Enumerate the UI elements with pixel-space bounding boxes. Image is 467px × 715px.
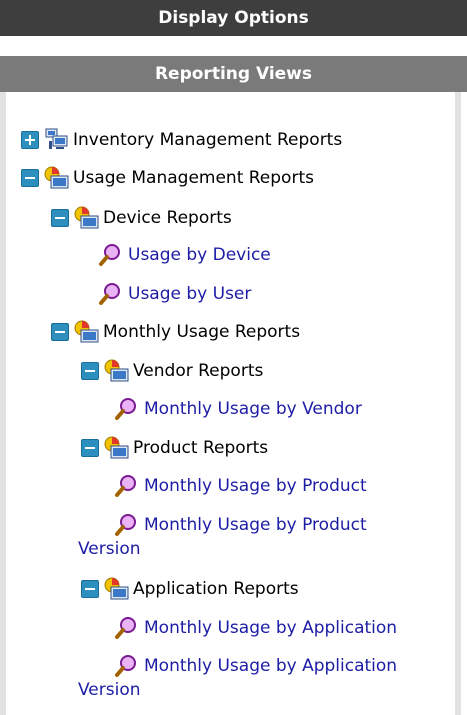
report-link-label[interactable]: Monthly Usage by Product (144, 515, 367, 535)
tree-node-inventory[interactable]: Inventory Management Reports (21, 124, 342, 156)
report-link-monthly-by-product-version[interactable]: Monthly Usage by Product (114, 509, 367, 541)
tree-label: Vendor Reports (133, 361, 264, 381)
tree-label: Product Reports (133, 438, 269, 458)
expand-icon[interactable] (21, 131, 39, 149)
display-options-label: Display Options (158, 8, 309, 28)
magnifier-icon (115, 655, 136, 677)
tree-node-vendor-reports[interactable]: Vendor Reports (81, 355, 263, 387)
report-folder-icon (104, 577, 129, 600)
tree-label: Inventory Management Reports (73, 130, 343, 150)
report-link-monthly-by-product[interactable]: Monthly Usage by Product (114, 470, 367, 502)
report-folder-icon (104, 359, 129, 382)
collapse-icon[interactable] (81, 439, 99, 457)
report-folder-icon (44, 166, 69, 189)
tree-label: Monthly Usage Reports (103, 322, 301, 342)
collapse-icon[interactable] (51, 209, 69, 227)
magnifier-icon (115, 398, 136, 420)
magnifier-icon (115, 617, 136, 639)
tree-label: Usage Management Reports (73, 168, 314, 188)
tree-label: Application Reports (133, 579, 299, 599)
display-options-header[interactable]: Display Options (0, 0, 467, 36)
collapse-icon[interactable] (51, 323, 69, 341)
magnifier-icon (99, 283, 120, 305)
magnifier-icon (99, 244, 120, 266)
collapse-icon[interactable] (21, 169, 39, 187)
tree-label: Device Reports (103, 208, 232, 228)
tree-node-application-reports[interactable]: Application Reports (81, 573, 299, 605)
report-link-label[interactable]: Monthly Usage by Application (144, 656, 397, 676)
report-link-label-wrap[interactable]: Version (78, 680, 141, 700)
magnifier-icon (115, 475, 136, 497)
report-link-usage-by-device[interactable]: Usage by Device (98, 239, 271, 271)
reporting-views-label: Reporting Views (154, 64, 313, 84)
report-link-label[interactable]: Monthly Usage by Vendor (144, 399, 362, 419)
computer-network-icon (45, 128, 68, 149)
report-folder-icon (74, 320, 99, 343)
collapse-icon[interactable] (81, 362, 99, 380)
report-link-monthly-by-application-version[interactable]: Monthly Usage by Application (114, 650, 397, 682)
report-link-monthly-by-vendor[interactable]: Monthly Usage by Vendor (114, 393, 362, 425)
report-folder-icon (104, 436, 129, 459)
collapse-icon[interactable] (81, 580, 99, 598)
report-link-label[interactable]: Monthly Usage by Application (144, 618, 397, 638)
report-link-label[interactable]: Usage by Device (128, 245, 271, 265)
report-link-label-wrap[interactable]: Version (78, 539, 141, 559)
report-link-label[interactable]: Monthly Usage by Product (144, 476, 367, 496)
tree-node-product-reports[interactable]: Product Reports (81, 432, 268, 464)
tree-node-device-reports[interactable]: Device Reports (51, 202, 232, 234)
magnifier-icon (115, 514, 136, 536)
reporting-views-panel: Inventory Management Reports Usage Manag… (0, 92, 461, 715)
report-link-label[interactable]: Usage by User (128, 284, 251, 304)
tree-node-monthly-usage[interactable]: Monthly Usage Reports (51, 316, 300, 348)
report-link-monthly-by-application[interactable]: Monthly Usage by Application (114, 612, 397, 644)
tree-node-usage[interactable]: Usage Management Reports (21, 162, 314, 194)
report-folder-icon (74, 206, 99, 229)
header-gap (0, 42, 467, 56)
report-link-usage-by-user[interactable]: Usage by User (98, 278, 251, 310)
reporting-views-header: Reporting Views (0, 56, 467, 92)
